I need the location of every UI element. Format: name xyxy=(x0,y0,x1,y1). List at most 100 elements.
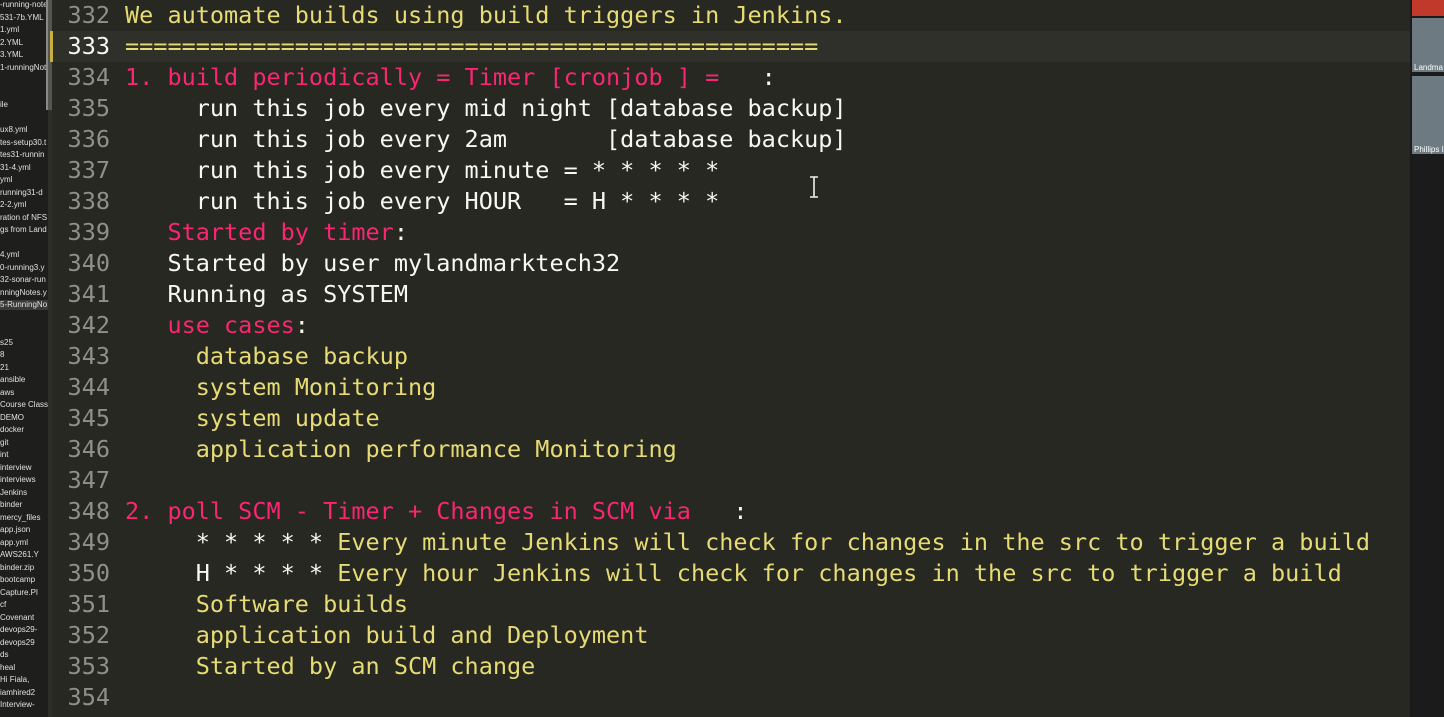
code-line[interactable]: 343 database backup xyxy=(52,341,1410,372)
code-text: Software builds xyxy=(125,589,408,620)
code-line[interactable]: 340 Started by user mylandmarktech32 xyxy=(52,248,1410,279)
code-line[interactable]: 351 Software builds xyxy=(52,589,1410,620)
sidebar-file-item[interactable]: binder xyxy=(0,500,22,510)
sidebar-file-item[interactable]: tes-setup30.t xyxy=(0,138,46,148)
sidebar-file-item[interactable]: 5-RunningNo xyxy=(0,300,48,310)
line-number: 349 xyxy=(67,528,110,556)
code-text: run this job every HOUR = H * * * * xyxy=(125,186,720,217)
line-number: 348 xyxy=(67,497,110,525)
sidebar-file-item[interactable]: 3.YML xyxy=(0,50,23,60)
code-line[interactable]: 349 * * * * * Every minute Jenkins will … xyxy=(52,527,1410,558)
sidebar-file-item[interactable]: mercy_files xyxy=(0,513,40,523)
sidebar-file-item[interactable]: -running-note xyxy=(0,0,48,10)
sidebar-file-item[interactable]: interview xyxy=(0,463,32,473)
sidebar-file-item[interactable]: 531-7b.YML xyxy=(0,13,44,23)
sidebar-file-item[interactable]: git xyxy=(0,438,8,448)
sidebar-file-item[interactable]: nningNotes.y xyxy=(0,288,47,298)
sidebar-file-item[interactable]: ration of NFS xyxy=(0,213,47,223)
sidebar-file-item[interactable]: ile xyxy=(0,100,8,110)
sidebar-file-item[interactable]: app.yml xyxy=(0,538,28,548)
code-token: run this job every mid night [database b… xyxy=(125,94,847,122)
line-number: 337 xyxy=(67,156,110,184)
sidebar-file-item[interactable]: ds xyxy=(0,650,8,660)
sidebar-file-item[interactable]: s25 xyxy=(0,338,13,348)
code-line[interactable]: 350 H * * * * Every hour Jenkins will ch… xyxy=(52,558,1410,589)
participant-video-tile[interactable]: Phillips I xyxy=(1412,76,1444,154)
code-token: application build and Deployment xyxy=(125,621,649,649)
participant-video-tile[interactable]: Landma xyxy=(1412,18,1444,72)
participant-name: Phillips I xyxy=(1414,145,1444,154)
sidebar-file-item[interactable]: devops29 xyxy=(0,638,35,648)
sidebar-file-item[interactable]: 2.YML xyxy=(0,38,23,48)
sidebar-file-item[interactable]: ansible xyxy=(0,375,25,385)
code-line[interactable]: 345 system update xyxy=(52,403,1410,434)
sidebar-file-item[interactable]: Covenant xyxy=(0,613,34,623)
sidebar-file-item[interactable]: Capture.Pl xyxy=(0,588,38,598)
code-token: 1. build periodically = Timer [cronjob ]… xyxy=(125,63,762,91)
code-line[interactable]: 344 system Monitoring xyxy=(52,372,1410,403)
code-line[interactable]: 337 run this job every minute = * * * * … xyxy=(52,155,1410,186)
code-token: system Monitoring xyxy=(125,373,437,401)
sidebar-file-item[interactable]: 31-4.yml xyxy=(0,163,31,173)
text-cursor-icon xyxy=(810,176,818,198)
code-token: 2. poll SCM - Timer + Changes in SCM via xyxy=(125,497,734,525)
sidebar-file-item[interactable]: binder.zip xyxy=(0,563,34,573)
sidebar-file-item[interactable]: interviews xyxy=(0,475,36,485)
code-line[interactable]: 335 run this job every mid night [databa… xyxy=(52,93,1410,124)
sidebar-file-item[interactable]: DEMO xyxy=(0,413,24,423)
sidebar-file-item[interactable]: 21 xyxy=(0,363,9,373)
code-token: application performance Monitoring xyxy=(125,435,677,463)
sidebar-file-item[interactable]: AWS261.Y xyxy=(0,550,39,560)
code-text: application build and Deployment xyxy=(125,620,649,651)
sidebar-file-item[interactable]: aws xyxy=(0,388,14,398)
code-line[interactable]: 346 application performance Monitoring xyxy=(52,434,1410,465)
sidebar-file-item[interactable]: 32-sonar-run xyxy=(0,275,46,285)
code-token: : xyxy=(294,311,309,339)
sidebar-file-item[interactable]: devops29- xyxy=(0,625,37,635)
sidebar-file-item[interactable]: 2-2.yml xyxy=(0,200,26,210)
sidebar-file-item[interactable]: 8 xyxy=(0,350,4,360)
sidebar-file-item[interactable]: bootcamp xyxy=(0,575,35,585)
sidebar-file-item[interactable]: docker xyxy=(0,425,24,435)
sidebar-file-item[interactable]: yml xyxy=(0,175,12,185)
code-line[interactable]: 338 run this job every HOUR = H * * * * xyxy=(52,186,1410,217)
line-number: 352 xyxy=(67,621,110,649)
code-line[interactable]: 336 run this job every 2am [database bac… xyxy=(52,124,1410,155)
line-number: 334 xyxy=(67,63,110,91)
code-line[interactable]: 339 Started by timer: xyxy=(52,217,1410,248)
code-editor[interactable]: 332 We automate builds using build trigge… xyxy=(50,0,1410,717)
sidebar-file-item[interactable]: cf xyxy=(0,600,6,610)
code-line[interactable]: 332 We automate builds using build trigge… xyxy=(52,0,1410,31)
sidebar-file-item[interactable]: iamhired2 xyxy=(0,688,35,698)
code-text: Started by user mylandmarktech32 xyxy=(125,248,620,279)
sidebar-file-item[interactable]: Hi Fiala, xyxy=(0,675,29,685)
sidebar-file-item[interactable]: 0-running3.y xyxy=(0,263,44,273)
code-line[interactable]: 347 xyxy=(52,465,1410,496)
sidebar-file-item[interactable]: gs from Land xyxy=(0,225,47,235)
sidebar-file-item[interactable]: heal xyxy=(0,663,15,673)
line-number: 353 xyxy=(67,652,110,680)
code-line[interactable]: 333 =====================================… xyxy=(50,31,1410,62)
sidebar-file-item[interactable]: Interview- xyxy=(0,700,35,710)
sidebar-file-item[interactable]: app.json xyxy=(0,525,30,535)
sidebar-file-item[interactable]: Jenkins xyxy=(0,488,27,498)
code-line[interactable]: 352 application build and Deployment xyxy=(52,620,1410,651)
sidebar-file-item[interactable]: 1-runningNot xyxy=(0,63,46,73)
code-line[interactable]: 354 xyxy=(52,682,1410,713)
sidebar-file-item[interactable]: ux8.yml xyxy=(0,125,28,135)
sidebar-file-item[interactable]: int xyxy=(0,450,8,460)
code-line[interactable]: 342 use cases: xyxy=(52,310,1410,341)
sidebar-file-item[interactable]: running31-d xyxy=(0,188,43,198)
sidebar-file-item[interactable]: Course Class xyxy=(0,400,48,410)
code-line[interactable]: 353 Started by an SCM change xyxy=(52,651,1410,682)
line-number: 343 xyxy=(67,342,110,370)
sidebar-file-item[interactable]: 1.yml xyxy=(0,25,19,35)
code-token: ========================================… xyxy=(125,32,819,60)
code-line[interactable]: 348 2. poll SCM - Timer + Changes in SCM … xyxy=(52,496,1410,527)
code-text: system update xyxy=(125,403,380,434)
sidebar-file-item[interactable]: 4.yml xyxy=(0,250,19,260)
code-line[interactable]: 341 Running as SYSTEM xyxy=(52,279,1410,310)
sidebar-file-item[interactable]: tes31-runnin xyxy=(0,150,44,160)
code-text: ========================================… xyxy=(125,31,818,62)
code-line[interactable]: 334 1. build periodically = Timer [cronjo… xyxy=(52,62,1410,93)
